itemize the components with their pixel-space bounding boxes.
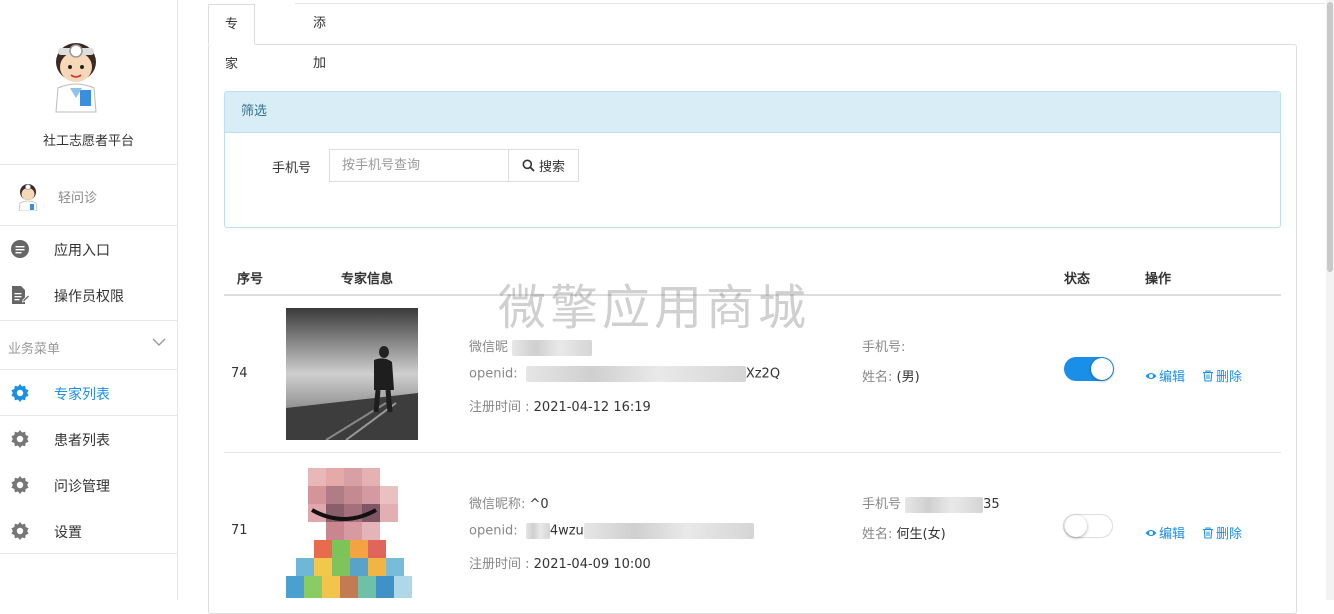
menu-label: 设置 xyxy=(54,525,82,541)
eye-icon xyxy=(1145,529,1157,536)
header-status: 状态 xyxy=(1064,272,1091,287)
eye-icon xyxy=(1145,372,1157,379)
account-name: 轻问诊 xyxy=(58,191,98,206)
openid-label: openid: xyxy=(469,366,518,382)
menu-item-consultation-management[interactable]: 问诊管理 xyxy=(0,462,177,508)
gear-icon xyxy=(11,430,29,448)
phone-label: 手机号 xyxy=(272,161,312,176)
status-toggle[interactable] xyxy=(1064,357,1114,381)
nickname-line: 微信昵 xyxy=(469,336,593,356)
menu-item-settings[interactable]: 设置 xyxy=(0,508,177,554)
gear-icon xyxy=(11,384,29,402)
openid-label: openid: xyxy=(469,523,518,539)
row-id: 71 xyxy=(231,523,248,538)
register-time-line: 注册时间 : 2021-04-12 16:19 xyxy=(469,396,651,415)
menu-label: 专家列表 xyxy=(54,387,110,403)
expert-avatar xyxy=(286,308,418,440)
phone-value: 35 xyxy=(983,497,1000,512)
phone-label: 手机号 xyxy=(862,497,902,512)
business-menu-group[interactable]: 业务菜单 xyxy=(0,320,177,370)
menu-label: 操作员权限 xyxy=(54,289,124,305)
register-time-label: 注册时间 : xyxy=(469,557,530,572)
gear-icon xyxy=(11,476,29,494)
row-id: 74 xyxy=(231,366,248,381)
nickname-value: ^0 xyxy=(529,497,549,512)
name-value: (男) xyxy=(896,370,920,385)
filter-panel: 筛选 手机号 搜索 xyxy=(224,91,1281,228)
expert-avatar xyxy=(286,466,418,598)
chevron-down-icon xyxy=(152,338,166,346)
delete-label: 删除 xyxy=(1216,370,1243,385)
search-icon xyxy=(522,159,535,172)
scrollbar-thumb[interactable] xyxy=(1327,2,1333,272)
phone-line: 手机号 35 xyxy=(862,493,1000,513)
name-value: 何生(女) xyxy=(896,527,946,542)
trash-icon xyxy=(1203,369,1213,382)
edit-button[interactable]: 编辑 xyxy=(1145,523,1185,542)
menu-label: 患者列表 xyxy=(54,433,110,449)
nickname-line: 微信昵称: ^0 xyxy=(469,493,549,512)
account-block[interactable]: 轻问诊 xyxy=(0,165,177,226)
filter-title: 筛选 xyxy=(225,92,1280,133)
group-label: 业务菜单 xyxy=(8,342,61,357)
doctor-logo-icon xyxy=(55,43,97,113)
document-edit-icon xyxy=(12,286,30,304)
tab-expert-list[interactable]: 专家列表 xyxy=(208,4,256,152)
menu-item-expert-list[interactable]: 专家列表 xyxy=(0,370,177,416)
chat-bubble-icon xyxy=(11,240,29,258)
register-time-value: 2021-04-09 10:00 xyxy=(533,557,651,572)
nickname-label: 微信昵称: xyxy=(469,497,526,512)
redacted-openid xyxy=(583,523,754,539)
phone-label: 手机号: xyxy=(862,340,906,355)
tab-add[interactable]: 添加 xyxy=(297,4,342,71)
edit-label: 编辑 xyxy=(1159,527,1186,542)
redacted-openid xyxy=(525,523,550,539)
name-line: 姓名: (男) xyxy=(862,366,920,385)
header-id: 序号 xyxy=(237,272,264,287)
toggle-knob xyxy=(1091,358,1113,380)
delete-label: 删除 xyxy=(1216,527,1243,542)
register-time-line: 注册时间 : 2021-04-09 10:00 xyxy=(469,553,651,572)
menu-item-app-entry[interactable]: 应用入口 xyxy=(0,226,177,272)
menu-item-operator-permissions[interactable]: 操作员权限 xyxy=(0,272,177,318)
watermark: 微擎应用商城 xyxy=(498,280,811,336)
openid-tail: 4wzu xyxy=(549,523,584,539)
trash-icon xyxy=(1203,526,1213,539)
menu-label: 应用入口 xyxy=(54,243,110,259)
sidebar: 社工志愿者平台 轻问诊 应用入口 操作员权限 业务菜单 专家列表 患者列表 问诊… xyxy=(0,0,178,600)
search-button[interactable]: 搜索 xyxy=(508,149,579,182)
menu-label: 问诊管理 xyxy=(54,479,110,495)
name-label: 姓名: xyxy=(862,370,893,385)
row-divider xyxy=(224,452,1281,453)
name-label: 姓名: xyxy=(862,527,893,542)
delete-button[interactable]: 删除 xyxy=(1202,366,1242,385)
tab-bar-line xyxy=(295,3,1325,4)
redacted-nickname xyxy=(512,339,593,356)
brand-block: 社工志愿者平台 xyxy=(0,0,177,165)
openid-tail: Xz2Q xyxy=(745,366,781,382)
search-button-label: 搜索 xyxy=(538,160,565,175)
redacted-phone xyxy=(905,496,984,513)
header-expert-info: 专家信息 xyxy=(341,272,394,287)
register-time-label: 注册时间 : xyxy=(469,400,530,415)
phone-line: 手机号: xyxy=(862,336,905,355)
status-toggle[interactable] xyxy=(1063,514,1113,538)
delete-button[interactable]: 删除 xyxy=(1202,523,1242,542)
menu-item-patient-list[interactable]: 患者列表 xyxy=(0,416,177,462)
edit-button[interactable]: 编辑 xyxy=(1145,366,1185,385)
redacted-openid xyxy=(525,366,746,382)
name-line: 姓名: 何生(女) xyxy=(862,523,946,542)
gear-icon xyxy=(11,522,29,540)
toggle-knob xyxy=(1065,515,1087,537)
edit-label: 编辑 xyxy=(1159,370,1186,385)
account-avatar-icon xyxy=(18,184,38,211)
nickname-label: 微信昵 xyxy=(469,340,509,355)
openid-line: openid: Xz2Q xyxy=(469,366,780,382)
brand-name: 社工志愿者平台 xyxy=(42,134,134,149)
header-actions: 操作 xyxy=(1145,272,1172,287)
phone-search-input[interactable] xyxy=(329,149,508,182)
openid-line: openid: 4wzu xyxy=(469,523,754,539)
register-time-value: 2021-04-12 16:19 xyxy=(533,400,651,415)
